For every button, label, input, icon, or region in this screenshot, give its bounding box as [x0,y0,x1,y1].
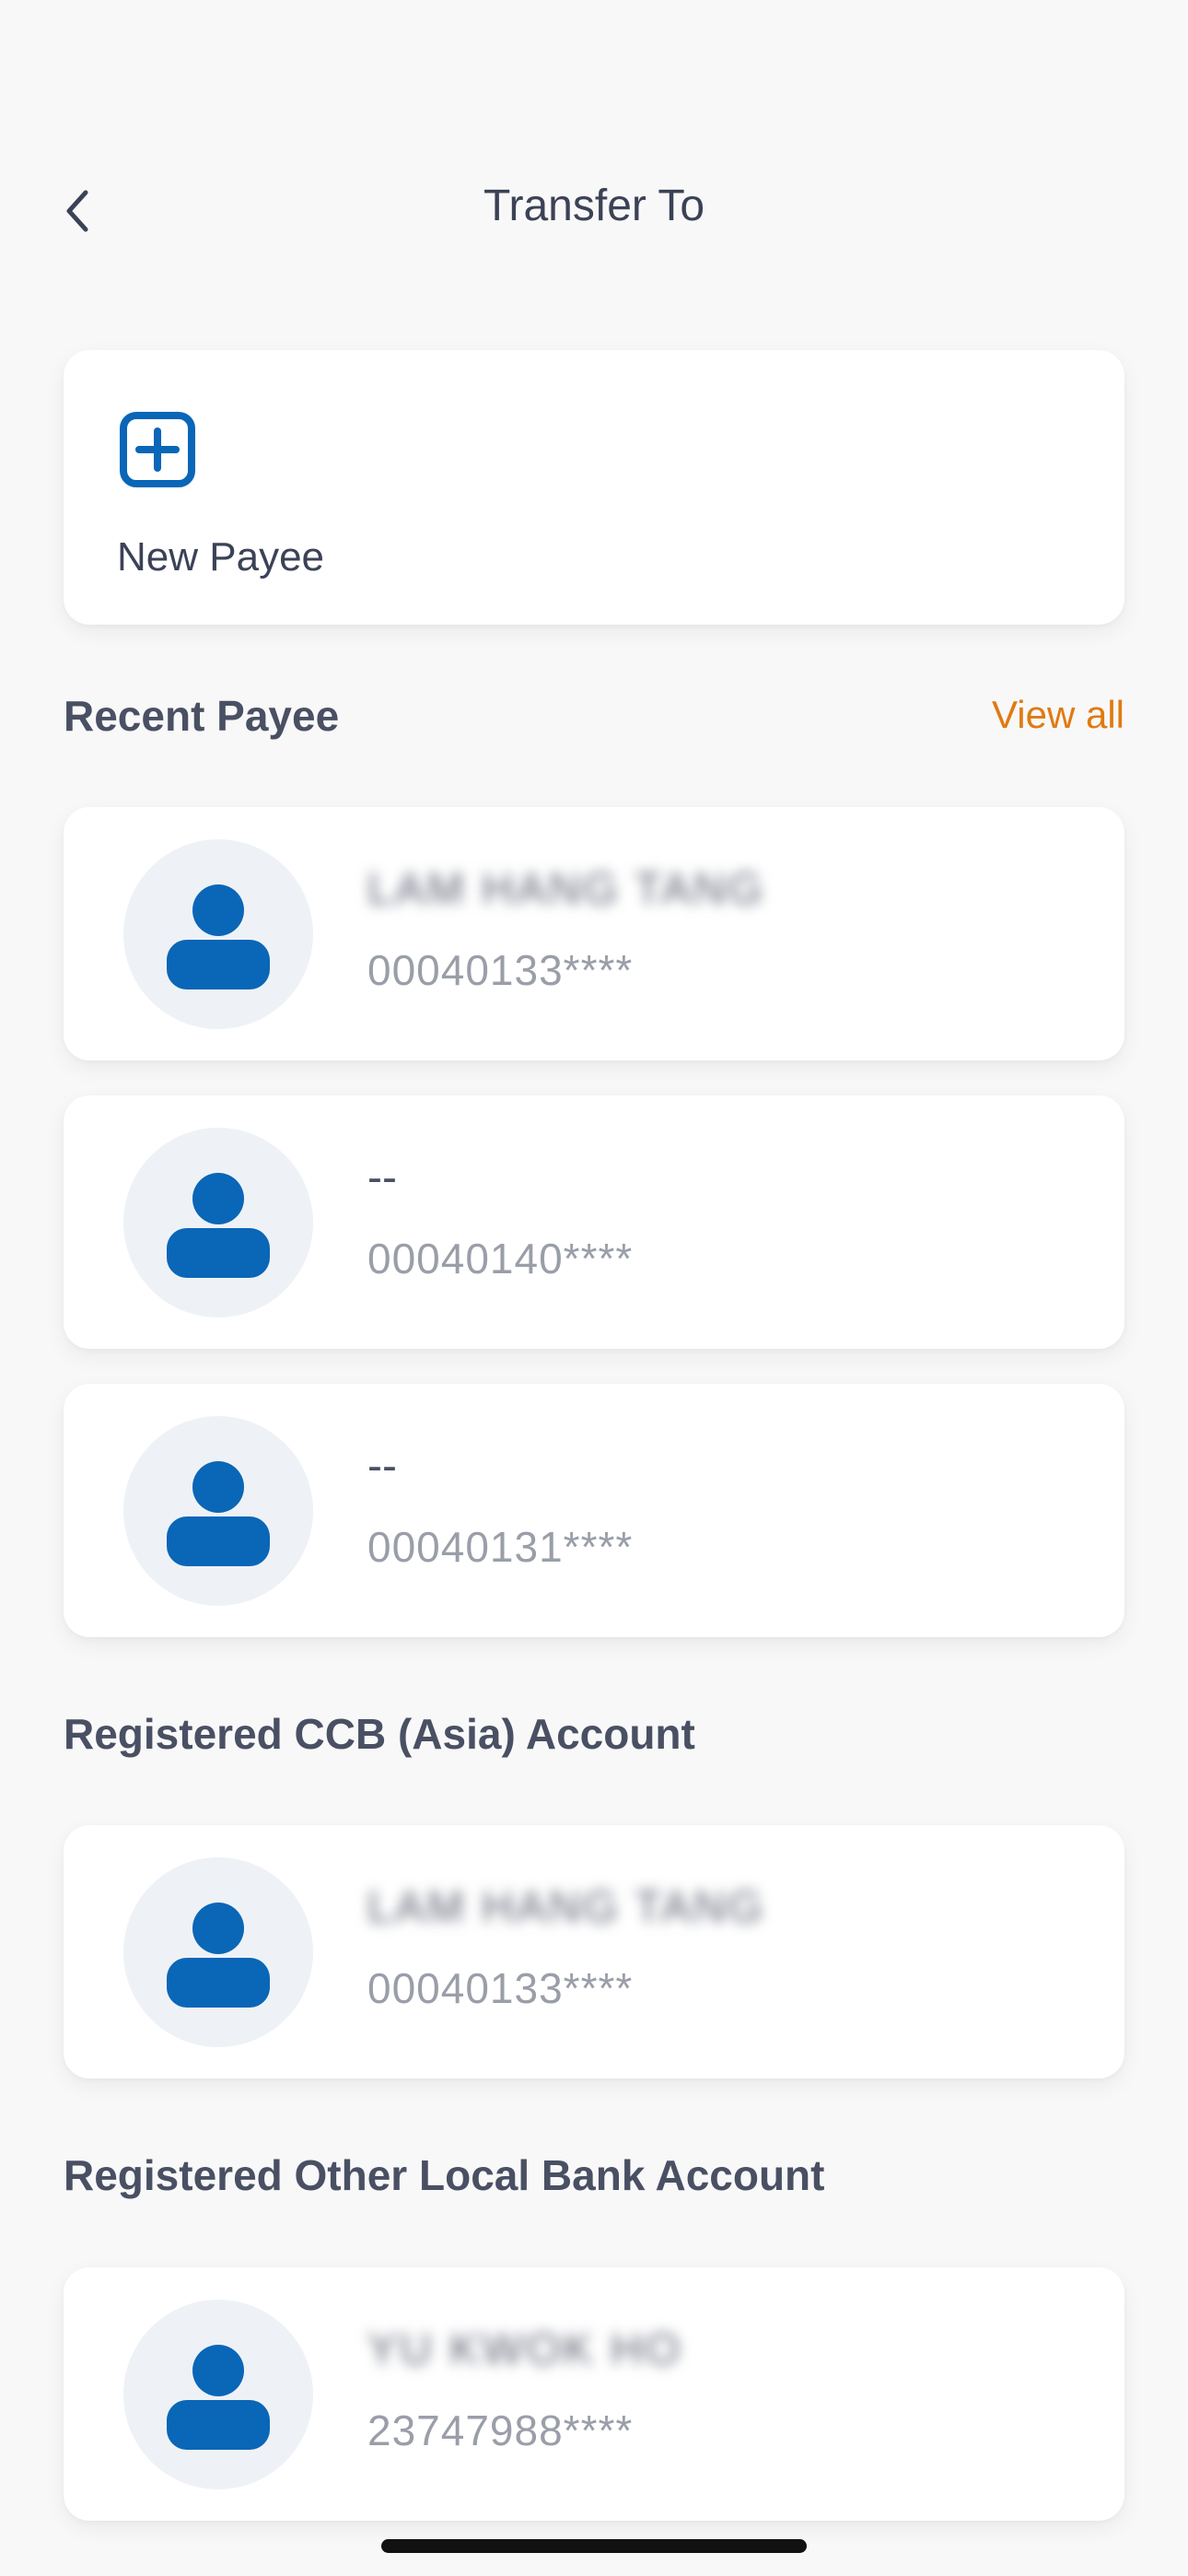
payee-name: YU KWOK HO [367,2325,683,2374]
home-indicator [381,2539,807,2553]
avatar [123,1128,313,1317]
avatar [123,1857,313,2047]
view-all-link[interactable]: View all [992,693,1124,737]
registered-other-bank-account-item[interactable]: YU KWOK HO 23747988**** [64,2267,1124,2521]
plus-square-icon [120,412,195,487]
registered-ccb-heading: Registered CCB (Asia) Account [64,1710,695,1758]
payee-name: -- [367,1153,397,1202]
new-payee-label: New Payee [117,534,325,580]
registered-other-bank-heading: Registered Other Local Bank Account [64,2151,825,2199]
payee-account-number: 00040133**** [367,946,634,994]
payee-name: LAM HANG TANG [367,1883,765,1932]
avatar [123,839,313,1029]
transfer-to-screen: Transfer To New Payee Recent Payee View … [0,0,1188,2576]
avatar [123,1416,313,1606]
person-icon [167,2345,270,2450]
recent-payee-item[interactable]: -- 00040140**** [64,1095,1124,1349]
payee-account-number: 23747988**** [367,2406,634,2454]
recent-payee-item[interactable]: -- 00040131**** [64,1384,1124,1637]
recent-payee-heading: Recent Payee [64,692,340,740]
person-icon [167,1461,270,1566]
person-icon [167,1903,270,2008]
payee-account-number: 00040131**** [367,1523,634,1571]
avatar [123,2300,313,2489]
recent-payee-item[interactable]: LAM HANG TANG 00040133**** [64,807,1124,1060]
new-payee-button[interactable]: New Payee [64,350,1124,625]
payee-account-number: 00040140**** [367,1235,634,1282]
payee-name: LAM HANG TANG [367,865,765,914]
person-icon [167,1173,270,1278]
status-bar [0,0,1188,151]
header: Transfer To [0,151,1188,271]
payee-account-number: 00040133**** [367,1964,634,2012]
person-icon [167,884,270,989]
payee-name: -- [367,1442,397,1491]
registered-ccb-account-item[interactable]: LAM HANG TANG 00040133**** [64,1825,1124,2078]
page-title: Transfer To [483,181,705,230]
